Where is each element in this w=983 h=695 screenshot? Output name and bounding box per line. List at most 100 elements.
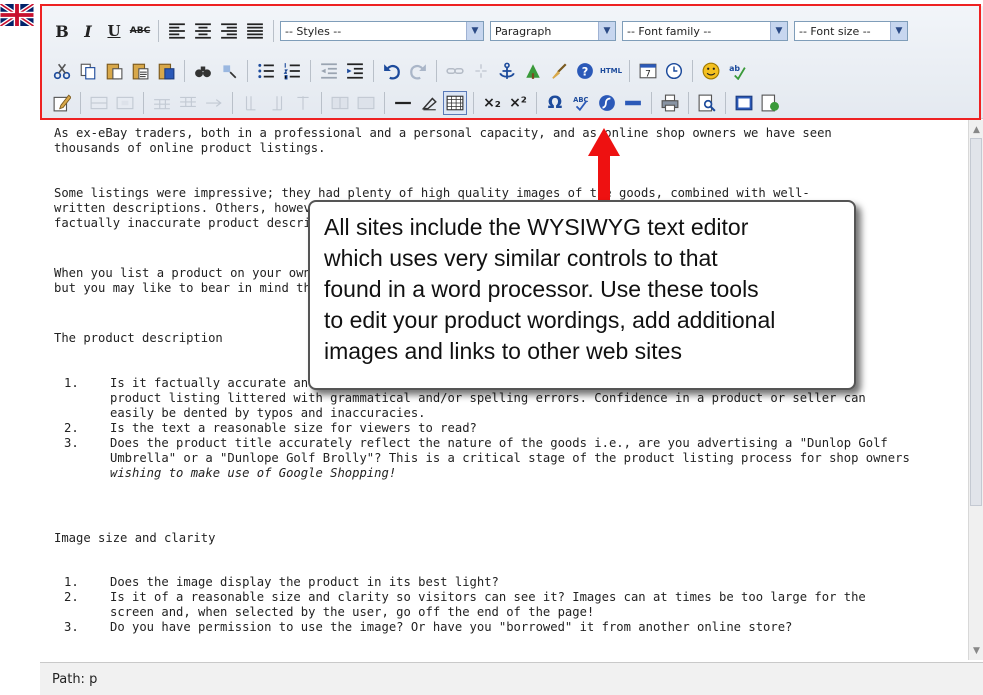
- row-before-icon: [154, 99, 170, 110]
- template-button[interactable]: [758, 91, 782, 115]
- svg-text:7: 7: [645, 70, 651, 80]
- insert-table-button[interactable]: [443, 91, 467, 115]
- spellchecker-button[interactable]: ABC: [569, 91, 593, 115]
- callout-line: found in a word processor. Use these too…: [324, 276, 759, 302]
- link-button[interactable]: [443, 59, 467, 83]
- preview-button[interactable]: [695, 91, 719, 115]
- print-button[interactable]: [658, 91, 682, 115]
- remove-format-button[interactable]: [417, 91, 441, 115]
- toolbar-separator: [143, 92, 144, 114]
- paste-text-button[interactable]: [128, 59, 152, 83]
- superscript-button[interactable]: ×²: [506, 91, 530, 115]
- pencil-page-icon: [53, 94, 71, 112]
- replace-icon: [223, 65, 237, 79]
- align-right-button[interactable]: [217, 19, 241, 43]
- indent-button[interactable]: [343, 59, 367, 83]
- delete-row-button[interactable]: [202, 91, 226, 115]
- chevron-down-icon: ▼: [890, 22, 907, 40]
- find-button[interactable]: [191, 59, 215, 83]
- paste-word-button[interactable]: [154, 59, 178, 83]
- justify-button[interactable]: [243, 19, 267, 43]
- calendar-icon: 7: [639, 63, 657, 80]
- help-button[interactable]: ?: [573, 59, 597, 83]
- toolbar-separator: [692, 60, 693, 82]
- special-char-button[interactable]: Ω: [543, 91, 567, 115]
- italic-button[interactable]: I: [76, 19, 100, 43]
- row-after-icon: [180, 96, 196, 107]
- align-right-icon: [221, 23, 237, 39]
- outdent-button[interactable]: [317, 59, 341, 83]
- font-family-select[interactable]: -- Font family -- ▼: [622, 21, 788, 41]
- insert-date-button[interactable]: 7: [636, 59, 660, 83]
- list-item-line: wishing to make use of Google Shopping!: [110, 466, 397, 480]
- styles-select[interactable]: -- Styles -- ▼: [280, 21, 484, 41]
- insert-col-after-button[interactable]: [265, 91, 289, 115]
- preview-icon: [698, 94, 716, 112]
- clipboard-icon: [106, 63, 123, 80]
- bold-button[interactable]: B: [50, 19, 74, 43]
- list-item-number: 2.: [64, 421, 79, 435]
- toolbar-separator: [310, 60, 311, 82]
- flash-button[interactable]: [595, 91, 619, 115]
- insert-row-before-button[interactable]: [150, 91, 174, 115]
- scroll-down-icon[interactable]: ▼: [969, 643, 983, 658]
- image-icon: [526, 64, 540, 79]
- col-after-icon: [272, 96, 283, 111]
- callout-line: images and links to other web sites: [324, 338, 682, 364]
- toolbar-separator: [184, 60, 185, 82]
- edit-css-button[interactable]: [50, 91, 74, 115]
- chevron-down-icon: ▼: [598, 22, 615, 40]
- delete-col-button[interactable]: [291, 91, 315, 115]
- horizontal-rule-icon: [395, 101, 411, 105]
- styles-select-value: -- Styles --: [285, 24, 342, 38]
- toolbar-separator: [273, 20, 274, 42]
- media-button[interactable]: [621, 91, 645, 115]
- uk-flag-icon[interactable]: [0, 4, 34, 26]
- svg-text:ab: ab: [729, 64, 740, 73]
- spellcheck-button[interactable]: ab: [725, 59, 749, 83]
- cleanup-button[interactable]: [547, 59, 571, 83]
- table-icon: [446, 95, 464, 111]
- insert-col-before-button[interactable]: [239, 91, 263, 115]
- vertical-scrollbar[interactable]: ▲ ▼: [968, 120, 983, 660]
- underline-button[interactable]: U: [102, 19, 126, 43]
- insert-row-after-button[interactable]: [176, 91, 200, 115]
- scroll-up-icon[interactable]: ▲: [969, 122, 983, 137]
- unlink-button[interactable]: [469, 59, 493, 83]
- align-left-button[interactable]: [165, 19, 189, 43]
- bullet-list-button[interactable]: [254, 59, 278, 83]
- split-cells-button[interactable]: [328, 91, 352, 115]
- anchor-button[interactable]: [495, 59, 519, 83]
- undo-button[interactable]: [380, 59, 404, 83]
- toolbar-separator: [688, 92, 689, 114]
- redo-button[interactable]: [406, 59, 430, 83]
- table-row-props-button[interactable]: [87, 91, 111, 115]
- insert-image-button[interactable]: [521, 59, 545, 83]
- scrollbar-thumb[interactable]: [970, 138, 982, 506]
- subscript-button[interactable]: ×₂: [480, 91, 504, 115]
- format-select[interactable]: Paragraph ▼: [490, 21, 616, 41]
- merge-cells-button[interactable]: [354, 91, 378, 115]
- html-source-button[interactable]: HTML: [599, 59, 623, 83]
- paste-button[interactable]: [102, 59, 126, 83]
- font-size-select[interactable]: -- Font size -- ▼: [794, 21, 908, 41]
- binoculars-icon: [195, 66, 211, 78]
- numbered-list-button[interactable]: [280, 59, 304, 83]
- insert-time-button[interactable]: [662, 59, 686, 83]
- list-item-line: Umbrella" or a "Dunlope Golf Brolly"? Th…: [110, 451, 910, 465]
- delete-col-icon: [297, 96, 309, 110]
- strikethrough-button[interactable]: ABC: [128, 19, 152, 43]
- cut-button[interactable]: [50, 59, 74, 83]
- fullscreen-button[interactable]: [732, 91, 756, 115]
- svg-text:?: ?: [582, 66, 589, 79]
- toolbar-separator: [473, 92, 474, 114]
- toolbar-separator: [384, 92, 385, 114]
- emoticons-button[interactable]: [699, 59, 723, 83]
- copy-button[interactable]: [76, 59, 100, 83]
- horizontal-rule-button[interactable]: [391, 91, 415, 115]
- align-center-button[interactable]: [191, 19, 215, 43]
- replace-button[interactable]: [217, 59, 241, 83]
- editor-toolbar: B I U ABC -- Styles -- ▼ Paragraph ▼ -- …: [40, 6, 983, 119]
- clock-icon: [665, 62, 683, 80]
- table-cell-props-button[interactable]: [113, 91, 137, 115]
